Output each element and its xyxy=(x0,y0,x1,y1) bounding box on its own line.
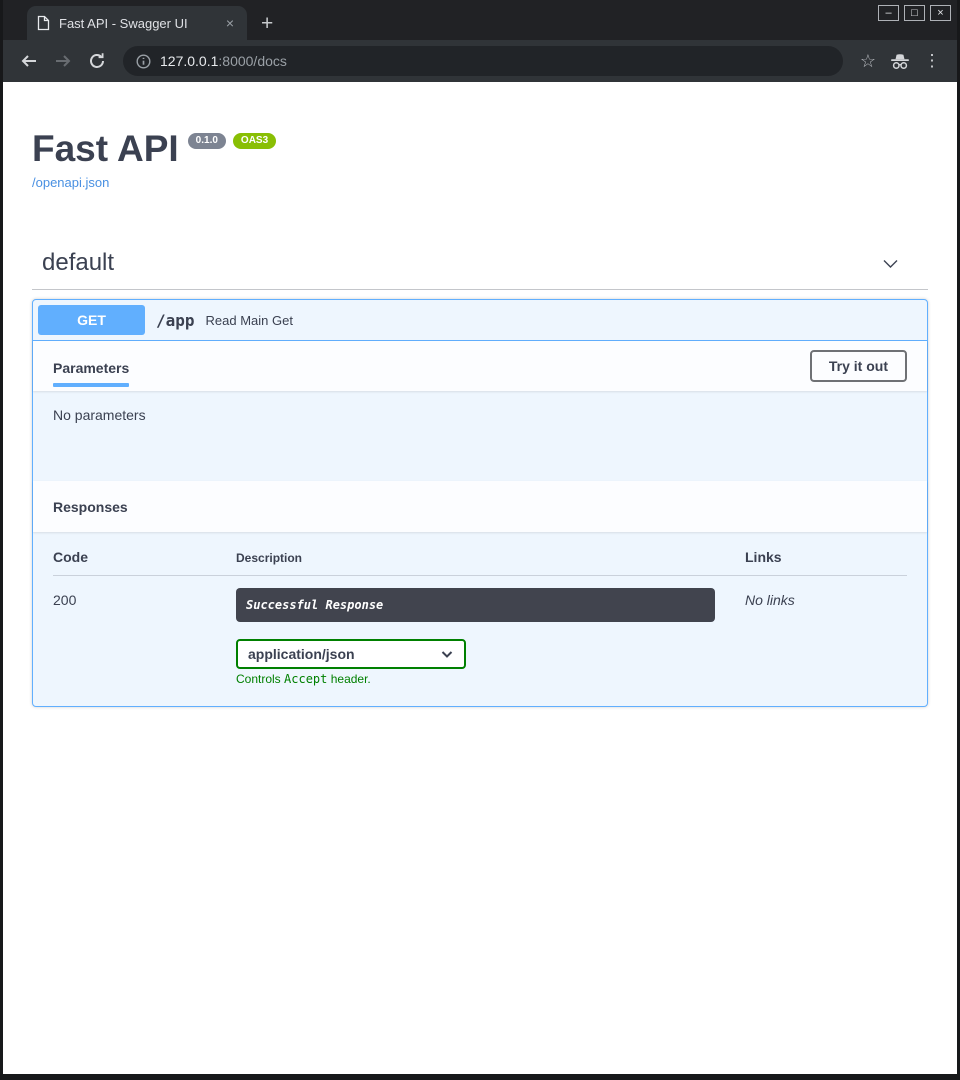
no-parameters-message: No parameters xyxy=(53,407,146,423)
chevron-down-icon[interactable] xyxy=(880,253,901,274)
bookmark-star-icon[interactable]: ☆ xyxy=(855,48,881,74)
response-row: 200 Successful Response application/json xyxy=(53,576,907,686)
url-path: :8000/docs xyxy=(218,53,287,69)
page-favicon-icon xyxy=(36,15,51,31)
oas3-badge: OAS3 xyxy=(233,133,276,149)
reload-button[interactable] xyxy=(83,47,111,75)
browser-window: Fast API - Swagger UI × + – □ × xyxy=(0,0,960,1080)
forward-button[interactable] xyxy=(49,47,77,75)
tag-section-header[interactable]: default xyxy=(32,243,928,290)
tab-close-icon[interactable]: × xyxy=(222,14,238,32)
version-badge: 0.1.0 xyxy=(188,133,226,149)
tab-bar: Fast API - Swagger UI × + – □ × xyxy=(3,0,957,40)
operation-block: GET /app Read Main Get Parameters Try it… xyxy=(32,299,928,707)
openapi-spec-link[interactable]: /openapi.json xyxy=(32,175,109,190)
browser-tab[interactable]: Fast API - Swagger UI × xyxy=(27,6,247,40)
incognito-icon xyxy=(887,48,913,74)
responses-title: Responses xyxy=(53,499,128,515)
site-info-icon[interactable] xyxy=(136,54,151,69)
url-host: 127.0.0.1 xyxy=(160,53,218,69)
back-button[interactable] xyxy=(15,47,43,75)
hint-accept-code: Accept xyxy=(284,672,327,686)
new-tab-button[interactable]: + xyxy=(261,13,273,34)
tag-name: default xyxy=(42,249,114,277)
parameters-body: No parameters xyxy=(33,391,927,481)
media-type-select[interactable]: application/json xyxy=(236,639,466,669)
parameters-header: Parameters Try it out xyxy=(33,341,927,391)
operation-path: /app xyxy=(156,311,195,330)
browser-menu-icon[interactable]: ⋮ xyxy=(919,48,945,74)
responses-header: Responses xyxy=(33,481,927,532)
try-it-out-button[interactable]: Try it out xyxy=(810,350,907,382)
url-text: 127.0.0.1:8000/docs xyxy=(160,53,287,69)
http-method-button[interactable]: GET xyxy=(38,305,145,335)
hint-suffix: header. xyxy=(327,672,370,686)
close-button[interactable]: × xyxy=(930,5,951,21)
media-type-value: application/json xyxy=(248,646,355,662)
column-code: Code xyxy=(53,549,236,565)
response-description-box: Successful Response xyxy=(236,588,715,622)
api-info: Fast API 0.1.0 OAS3 /openapi.json xyxy=(32,130,928,192)
minimize-button[interactable]: – xyxy=(878,5,899,21)
response-links: No links xyxy=(745,588,907,608)
responses-body: Code Description Links 200 Successful Re… xyxy=(33,532,927,706)
column-links: Links xyxy=(745,549,907,565)
operation-description: Read Main Get xyxy=(206,313,293,328)
browser-toolbar: 127.0.0.1:8000/docs ☆ ⋮ xyxy=(3,40,957,82)
url-bar[interactable]: 127.0.0.1:8000/docs xyxy=(123,46,843,76)
response-code: 200 xyxy=(53,588,236,608)
hint-prefix: Controls xyxy=(236,672,284,686)
column-description: Description xyxy=(236,551,745,565)
maximize-button[interactable]: □ xyxy=(904,5,925,21)
parameters-tab: Parameters xyxy=(53,346,129,387)
accept-header-hint: Controls Accept header. xyxy=(236,672,745,686)
tab-title: Fast API - Swagger UI xyxy=(59,16,214,31)
page-title: Fast API xyxy=(32,130,179,167)
responses-table-header: Code Description Links xyxy=(53,549,907,576)
api-title-row: Fast API 0.1.0 OAS3 xyxy=(32,130,928,167)
operation-summary[interactable]: GET /app Read Main Get xyxy=(33,300,927,341)
page-content: Fast API 0.1.0 OAS3 /openapi.json defaul… xyxy=(3,82,957,1074)
window-controls: – □ × xyxy=(878,5,951,21)
select-chevron-down-icon xyxy=(440,647,454,661)
